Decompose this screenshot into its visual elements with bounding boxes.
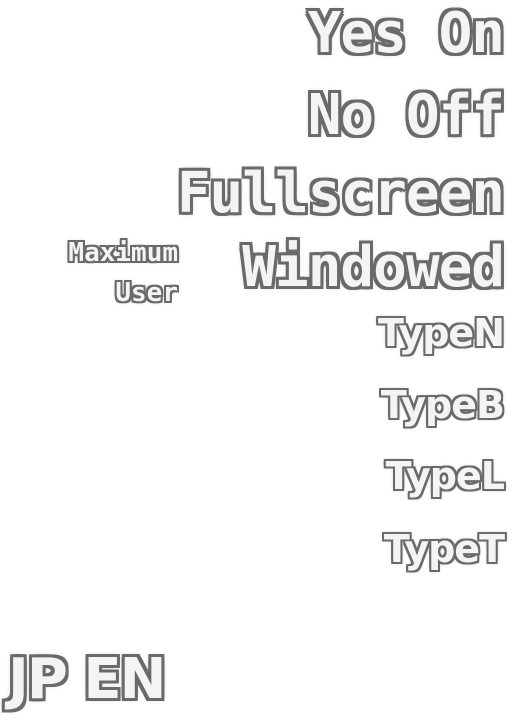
type-t-label[interactable]: TypeT (384, 530, 505, 568)
windowed-label[interactable]: Windowed (242, 240, 505, 296)
type-b-label[interactable]: TypeB (381, 386, 505, 424)
fullscreen-label[interactable]: Fullscreen (177, 166, 505, 222)
type-n-label[interactable]: TypeN (378, 314, 505, 352)
type-l-label[interactable]: TypeL (386, 457, 505, 495)
yes-on-label[interactable]: Yes On (308, 6, 505, 62)
no-off-label[interactable]: No Off (308, 88, 505, 144)
maximum-label[interactable]: Maximum (30, 240, 178, 266)
user-label[interactable]: User (30, 280, 178, 306)
language-label[interactable]: JP EN (8, 652, 166, 708)
